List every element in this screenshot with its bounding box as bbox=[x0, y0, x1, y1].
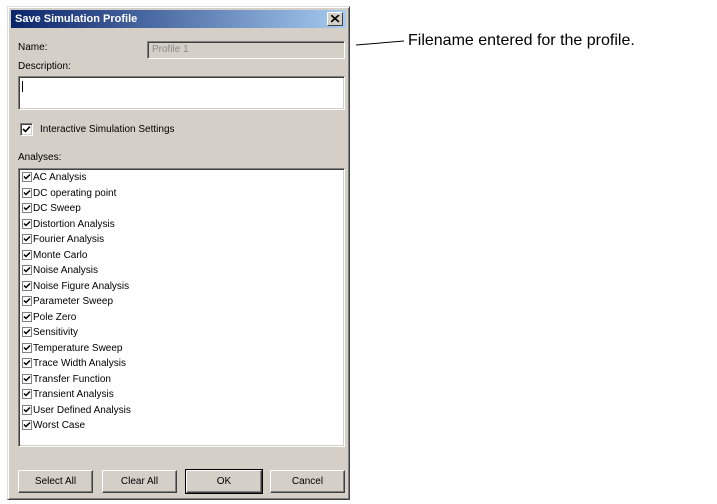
callout-leader-line bbox=[355, 40, 405, 46]
callout-text: Filename entered for the profile. bbox=[408, 32, 635, 49]
